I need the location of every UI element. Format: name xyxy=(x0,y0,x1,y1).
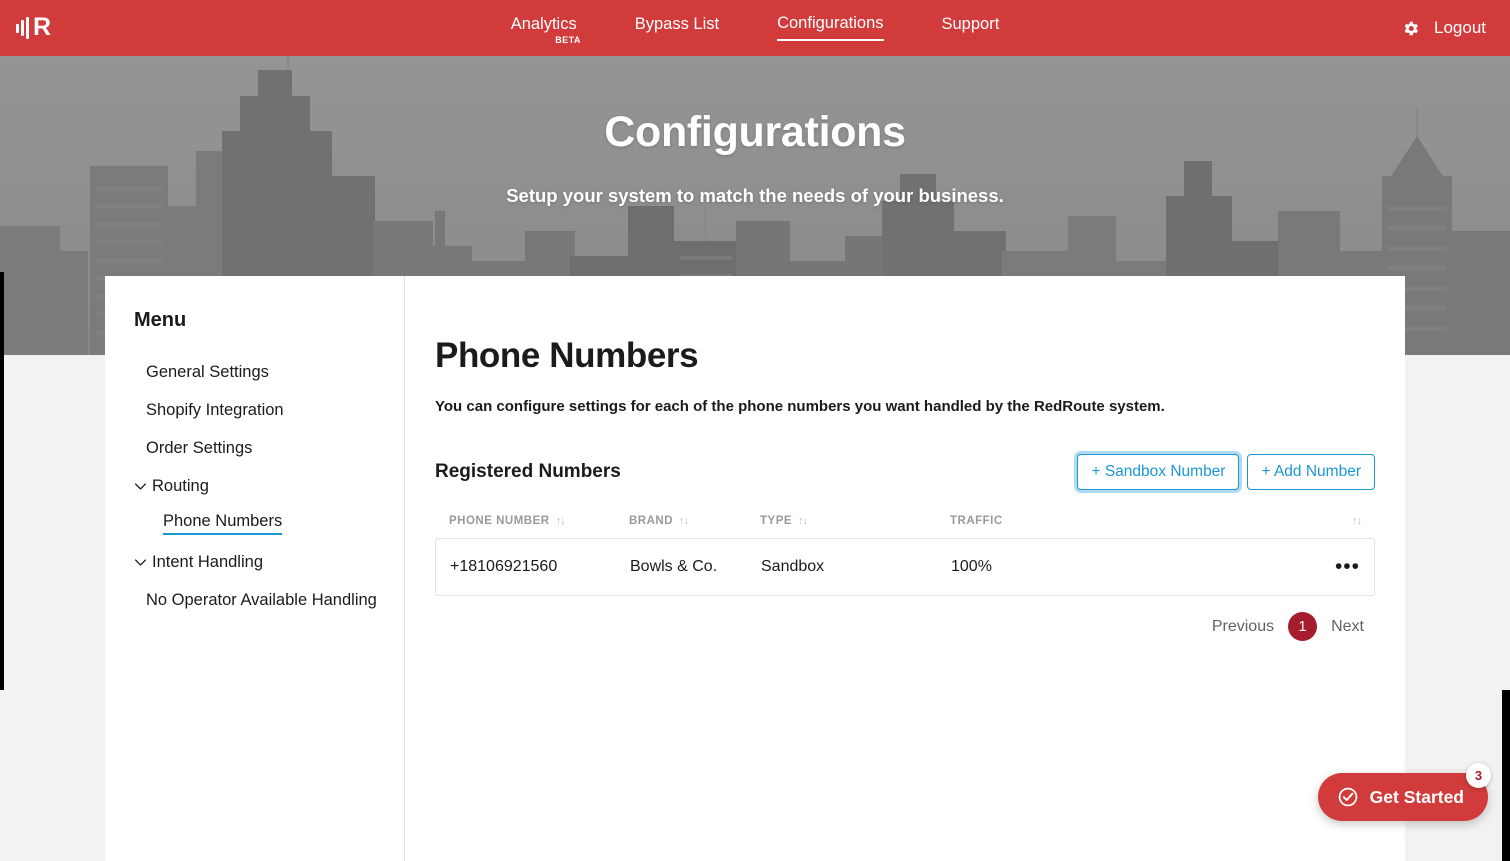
sidebar-item-general-settings[interactable]: General Settings xyxy=(105,353,404,391)
nav-item-analytics[interactable]: Analytics BETA xyxy=(510,15,581,45)
table-column-brand: BRAND ↑↓ xyxy=(629,515,760,527)
right-edge-bar xyxy=(1502,690,1510,861)
table-action-buttons: + Sandbox Number + Add Number xyxy=(1077,454,1375,490)
sidebar-item-no-operator-available-handling-label: No Operator Available Handling xyxy=(146,590,377,609)
table-column-brand-label: BRAND xyxy=(629,515,674,527)
table-column-phone-number: PHONE NUMBER ↑↓ xyxy=(449,515,629,527)
cell-brand: Bowls & Co. xyxy=(630,558,718,575)
nav-item-bypass-list[interactable]: Bypass List xyxy=(635,16,719,40)
table-header-row: PHONE NUMBER ↑↓ BRAND ↑↓ TYPE ↑↓ TRAFFIC xyxy=(435,510,1375,532)
nav-links: Analytics BETA Bypass List Configuration… xyxy=(0,0,1510,56)
sort-traffic-icon[interactable]: ↑↓ xyxy=(1352,515,1362,527)
table-column-traffic-label: TRAFFIC xyxy=(950,515,1003,527)
table-row[interactable]: +18106921560 Bowls & Co. Sandbox 100% ••… xyxy=(435,538,1375,596)
table-column-actions: ↑↓ xyxy=(1301,515,1362,527)
sidebar-item-intent-handling[interactable]: Intent Handling xyxy=(105,543,404,581)
add-number-button[interactable]: + Add Number xyxy=(1247,454,1375,490)
sandbox-number-button[interactable]: + Sandbox Number xyxy=(1077,454,1240,490)
sidebar-title: Menu xyxy=(134,309,187,331)
nav-item-configurations[interactable]: Configurations xyxy=(777,14,884,41)
sort-brand-icon[interactable]: ↑↓ xyxy=(679,515,689,527)
sidebar-item-general-settings-label: General Settings xyxy=(146,362,269,381)
nav-item-analytics-label: Analytics xyxy=(510,15,577,34)
table-column-traffic: TRAFFIC xyxy=(950,515,1301,527)
table-column-type: TYPE ↑↓ xyxy=(760,515,950,527)
sidebar-item-phone-numbers[interactable]: Phone Numbers xyxy=(105,505,404,543)
section-title: Registered Numbers xyxy=(435,461,621,482)
left-edge-bar xyxy=(0,272,4,690)
get-started-label: Get Started xyxy=(1369,786,1464,807)
page-description: You can configure settings for each of t… xyxy=(435,398,1165,415)
chevron-down-icon[interactable] xyxy=(134,556,147,569)
registered-numbers-header: Registered Numbers + Sandbox Number + Ad… xyxy=(435,454,1390,490)
main-panel: Phone Numbers You can configure settings… xyxy=(405,276,1405,861)
top-navigation-bar: R Analytics BETA Bypass List Configurati… xyxy=(0,0,1510,56)
nav-item-support-label: Support xyxy=(941,15,1000,34)
row-overflow-menu-icon[interactable]: ••• xyxy=(1335,556,1360,576)
pagination-next-button[interactable]: Next xyxy=(1331,618,1364,636)
pagination-previous-button[interactable]: Previous xyxy=(1212,618,1274,636)
pagination-current-page[interactable]: 1 xyxy=(1288,612,1318,641)
page-title: Phone Numbers xyxy=(435,336,699,375)
registered-numbers-table: PHONE NUMBER ↑↓ BRAND ↑↓ TYPE ↑↓ TRAFFIC xyxy=(435,510,1390,596)
gear-icon[interactable] xyxy=(1401,19,1420,38)
nav-item-support[interactable]: Support xyxy=(942,16,1000,40)
sidebar-item-intent-handling-label: Intent Handling xyxy=(152,552,263,571)
cell-type: Sandbox xyxy=(761,558,825,575)
content-card: Menu General Settings Shopify Integratio… xyxy=(105,276,1405,861)
page-root: R Analytics BETA Bypass List Configurati… xyxy=(0,0,1510,861)
sidebar-item-shopify-integration[interactable]: Shopify Integration xyxy=(105,391,404,429)
nav-item-bypass-list-label: Bypass List xyxy=(634,15,720,34)
table-column-phone-number-label: PHONE NUMBER xyxy=(449,515,550,527)
sidebar-item-order-settings-label: Order Settings xyxy=(146,438,253,457)
get-started-badge: 3 xyxy=(1466,763,1491,788)
check-circle-icon xyxy=(1338,787,1357,807)
table-column-type-label: TYPE xyxy=(760,515,793,527)
sidebar-menu-list: General Settings Shopify Integration Ord… xyxy=(105,353,404,619)
sort-phone-number-icon[interactable]: ↑↓ xyxy=(556,515,566,527)
logout-button[interactable]: Logout xyxy=(1434,18,1486,38)
nav-right-group: Logout xyxy=(1401,0,1486,56)
cell-actions: ••• xyxy=(1300,556,1360,576)
chevron-down-icon[interactable] xyxy=(134,480,147,493)
settings-sidebar: Menu General Settings Shopify Integratio… xyxy=(105,276,405,861)
get-started-button[interactable]: Get Started 3 xyxy=(1317,763,1491,821)
sort-type-icon[interactable]: ↑↓ xyxy=(798,515,808,527)
sidebar-item-routing[interactable]: Routing xyxy=(105,467,404,505)
sidebar-item-routing-label: Routing xyxy=(152,476,209,495)
cell-traffic: 100% xyxy=(951,558,992,575)
sidebar-item-no-operator-available-handling[interactable]: No Operator Available Handling xyxy=(105,581,404,619)
pagination: Previous 1 Next xyxy=(435,612,1390,641)
nav-beta-badge: BETA xyxy=(555,35,581,46)
nav-item-configurations-label: Configurations xyxy=(777,14,884,33)
sidebar-item-order-settings[interactable]: Order Settings xyxy=(105,429,404,467)
sidebar-item-phone-numbers-label: Phone Numbers xyxy=(163,513,283,535)
cell-phone-number: +18106921560 xyxy=(450,558,558,575)
sidebar-item-shopify-integration-label: Shopify Integration xyxy=(146,400,284,419)
